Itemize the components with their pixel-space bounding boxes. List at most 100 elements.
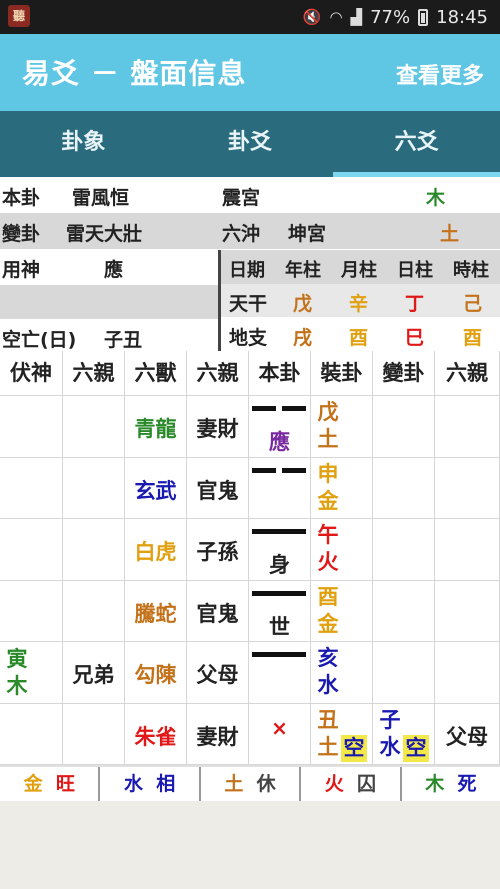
grid-cell: 身 <box>249 519 311 581</box>
tiangan-hour: 己 <box>463 293 483 315</box>
six-beast: 朱雀 <box>134 724 177 749</box>
grid-cell <box>63 457 125 519</box>
liuqin: 官鬼 <box>196 601 239 626</box>
six-beast: 勾陳 <box>134 663 177 687</box>
fushen-liuqin: 兄弟 <box>72 663 115 687</box>
tab-gua-yao[interactable]: 卦爻 <box>167 111 334 177</box>
grid-cell <box>63 519 125 581</box>
wuxing-water: 水 相 <box>100 767 201 801</box>
liuqin: 父母 <box>196 663 239 687</box>
grid-cell: 亥水 <box>311 642 373 704</box>
battery-icon <box>418 8 429 26</box>
ben-gua-label: 本卦 <box>2 187 41 209</box>
ben-gua-element: 木 <box>426 187 446 209</box>
grid-cell <box>63 580 125 642</box>
background-pattern <box>0 801 500 889</box>
six-beast: 青龍 <box>134 417 177 441</box>
yin-line-right <box>282 406 306 411</box>
yang-line <box>252 529 306 534</box>
wuxing-earth: 土 休 <box>201 767 302 801</box>
liuqin: 官鬼 <box>196 478 239 503</box>
grid-cell: 丑土空 <box>311 703 373 765</box>
pillar-header-year: 年柱 <box>285 260 321 281</box>
grid-cell: 酉金 <box>311 580 373 642</box>
moving-yao-mark: × <box>271 715 288 740</box>
wuxing-metal: 金 旺 <box>0 767 101 801</box>
app-bar: 易爻 － 盤面信息 查看更多 <box>0 34 500 111</box>
grid-cell: 兄弟 <box>63 642 125 704</box>
yang-line <box>252 652 306 657</box>
liu-yao-grid: 伏神 六親 六獸 六親 本卦 裝卦 變卦 六親 青龍 妻財應戊土玄武 官鬼申金白虎 子孫身午火騰蛇 官鬼… <box>0 351 500 765</box>
grid-cell <box>0 580 63 642</box>
zhuang-gua-text: 戊土 <box>317 400 339 451</box>
grid-cell <box>249 457 311 519</box>
grid-cell: 寅木 <box>0 642 63 704</box>
pillar-header-date: 日期 <box>229 260 265 281</box>
dizhi-year: 戌 <box>293 327 313 349</box>
grid-cell <box>435 396 500 458</box>
grid-cell <box>373 457 435 519</box>
tiangan-day: 丁 <box>405 293 425 315</box>
grid-cell: 世 <box>249 580 311 642</box>
grid-header-cell: 六親 <box>187 351 249 396</box>
yong-shen-value: 應 <box>104 259 124 281</box>
grid-cell: 朱雀 <box>125 703 187 765</box>
fushen-text: 寅木 <box>6 647 28 698</box>
grid-cell: 子水空 <box>373 703 435 765</box>
tab-bar: 卦象 卦爻 六爻 <box>0 111 500 177</box>
dizhi-hour: 酉 <box>463 327 483 349</box>
dizhi-day: 巳 <box>405 327 425 349</box>
app-icon: 聽 <box>8 5 30 27</box>
grid-cell <box>0 519 63 581</box>
bian-gua-label: 變卦 <box>2 223 41 245</box>
wuxing-fire: 火 囚 <box>301 767 402 801</box>
six-beast: 玄武 <box>134 478 177 503</box>
kong-wang-label: 空亡(日) <box>2 329 77 351</box>
bian-gua-text: 子水 <box>379 707 401 759</box>
yao-mark: 應 <box>269 430 290 454</box>
kong-wang-value: 子丑 <box>104 329 143 351</box>
grid-cell: 騰蛇 <box>125 580 187 642</box>
wifi-icon: ◠ <box>329 8 343 26</box>
grid-header-cell: 六獸 <box>125 351 187 396</box>
grid-cell <box>249 642 311 704</box>
grid-cell: 父母 <box>187 642 249 704</box>
dizhi-label: 地支 <box>229 327 268 349</box>
yin-line-right <box>282 467 306 473</box>
liuqin: 妻財 <box>196 417 239 441</box>
signal-icon: ▟ <box>350 8 363 26</box>
ben-gua-palace: 震宮 <box>222 187 261 209</box>
dizhi-month: 酉 <box>349 327 369 349</box>
yao-mark: 世 <box>269 614 290 639</box>
dizhi-row: 地支 戌 酉 巳 酉 <box>221 317 500 351</box>
grid-cell <box>0 703 63 765</box>
tab-liu-yao[interactable]: 六爻 <box>333 111 500 177</box>
zhuang-gua-text: 丑土 <box>317 707 339 759</box>
blank-row <box>0 285 218 319</box>
grid-cell <box>63 703 125 765</box>
pillars-header-row: 日期 年柱 月柱 日柱 時柱 <box>221 250 500 284</box>
grid-cell: 子孫 <box>187 519 249 581</box>
bian-gua-type: 六沖 <box>222 223 261 245</box>
bian-liuqin: 父母 <box>446 724 488 749</box>
ben-gua-row: 本卦 雷風恒 震宮 木 <box>0 177 500 213</box>
zhuang-gua-text: 酉金 <box>317 584 339 636</box>
wuxing-state-bar: 金 旺 水 相 土 休 火 囚 木 死 <box>0 765 500 801</box>
tiangan-label: 天干 <box>229 293 268 315</box>
bian-gua-palace: 坤宮 <box>288 223 327 245</box>
zhuang-gua-text: 申金 <box>317 461 339 513</box>
view-more-button[interactable]: 查看更多 <box>396 58 484 90</box>
tiangan-month: 辛 <box>349 293 369 315</box>
tab-gua-xiang[interactable]: 卦象 <box>0 111 167 177</box>
wuxing-wood: 木 死 <box>425 773 477 795</box>
grid-header-cell: 伏神 <box>0 351 63 396</box>
grid-cell: 青龍 <box>125 396 187 458</box>
grid-cell <box>373 396 435 458</box>
pillar-header-month: 月柱 <box>341 260 377 281</box>
grid-cell <box>63 396 125 458</box>
yin-line-left <box>252 406 276 411</box>
grid-cell: 申金 <box>311 457 373 519</box>
yang-line <box>252 590 306 596</box>
grid-header-cell: 六親 <box>435 351 500 396</box>
grid-header-cell: 本卦 <box>249 351 311 396</box>
